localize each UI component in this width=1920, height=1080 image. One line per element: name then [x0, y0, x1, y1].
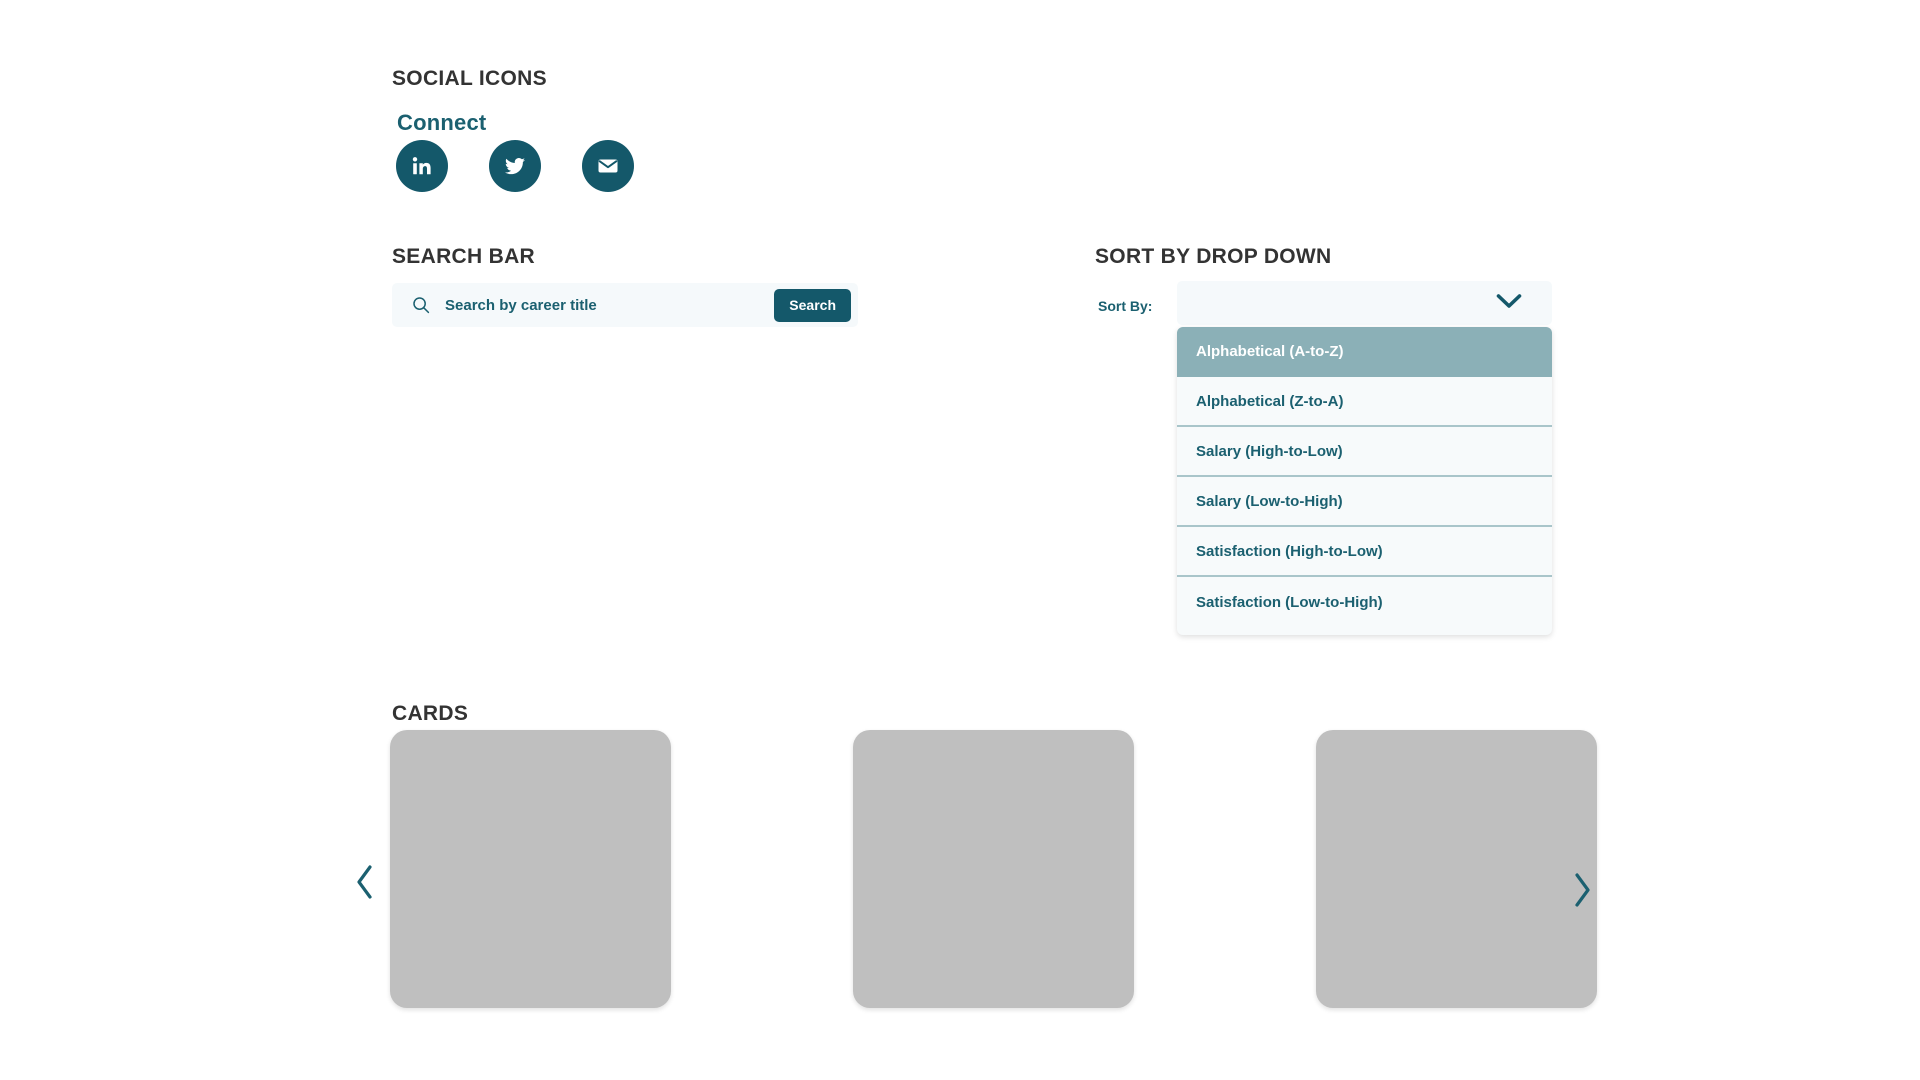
carousel-prev-button[interactable] — [345, 860, 385, 906]
sort-by-label: Sort By: — [1098, 298, 1152, 314]
linkedin-icon — [410, 154, 434, 178]
cards-section-heading: CARDS — [392, 702, 468, 726]
sort-option-alphabetical-z-a[interactable]: Alphabetical (Z-to-A) — [1177, 377, 1552, 427]
card-placeholder[interactable] — [390, 730, 671, 1008]
sort-option-satisfaction-high-low[interactable]: Satisfaction (High-to-Low) — [1177, 527, 1552, 577]
social-icons-section-heading: SOCIAL ICONS — [392, 67, 547, 91]
social-icons-row — [396, 140, 634, 192]
cards-carousel — [390, 730, 1597, 1008]
twitter-button[interactable] — [489, 140, 541, 192]
twitter-icon — [503, 154, 527, 178]
sort-option-salary-high-low[interactable]: Salary (High-to-Low) — [1177, 427, 1552, 477]
search-icon — [410, 294, 432, 316]
chevron-left-icon — [354, 864, 376, 903]
sort-by-section-heading: SORT BY DROP DOWN — [1095, 245, 1332, 269]
connect-label: Connect — [397, 110, 486, 136]
sort-option-satisfaction-low-high[interactable]: Satisfaction (Low-to-High) — [1177, 577, 1552, 627]
card-placeholder[interactable] — [853, 730, 1134, 1008]
card-placeholder[interactable] — [1316, 730, 1597, 1008]
search-bar-section-heading: SEARCH BAR — [392, 245, 535, 269]
sort-option-alphabetical-a-z[interactable]: Alphabetical (A-to-Z) — [1177, 327, 1552, 377]
carousel-next-button[interactable] — [1562, 868, 1602, 914]
sort-by-select[interactable] — [1177, 281, 1552, 325]
chevron-down-icon — [1496, 293, 1522, 314]
email-button[interactable] — [582, 140, 634, 192]
email-icon — [596, 154, 620, 178]
sort-option-salary-low-high[interactable]: Salary (Low-to-High) — [1177, 477, 1552, 527]
search-bar: Search — [392, 283, 858, 327]
linkedin-button[interactable] — [396, 140, 448, 192]
search-input[interactable] — [445, 297, 774, 314]
page-root: SOCIAL ICONS Connect — [0, 0, 1920, 1080]
search-button[interactable]: Search — [774, 289, 851, 322]
sort-by-options-panel: Alphabetical (A-to-Z) Alphabetical (Z-to… — [1177, 327, 1552, 635]
chevron-right-icon — [1571, 872, 1593, 911]
